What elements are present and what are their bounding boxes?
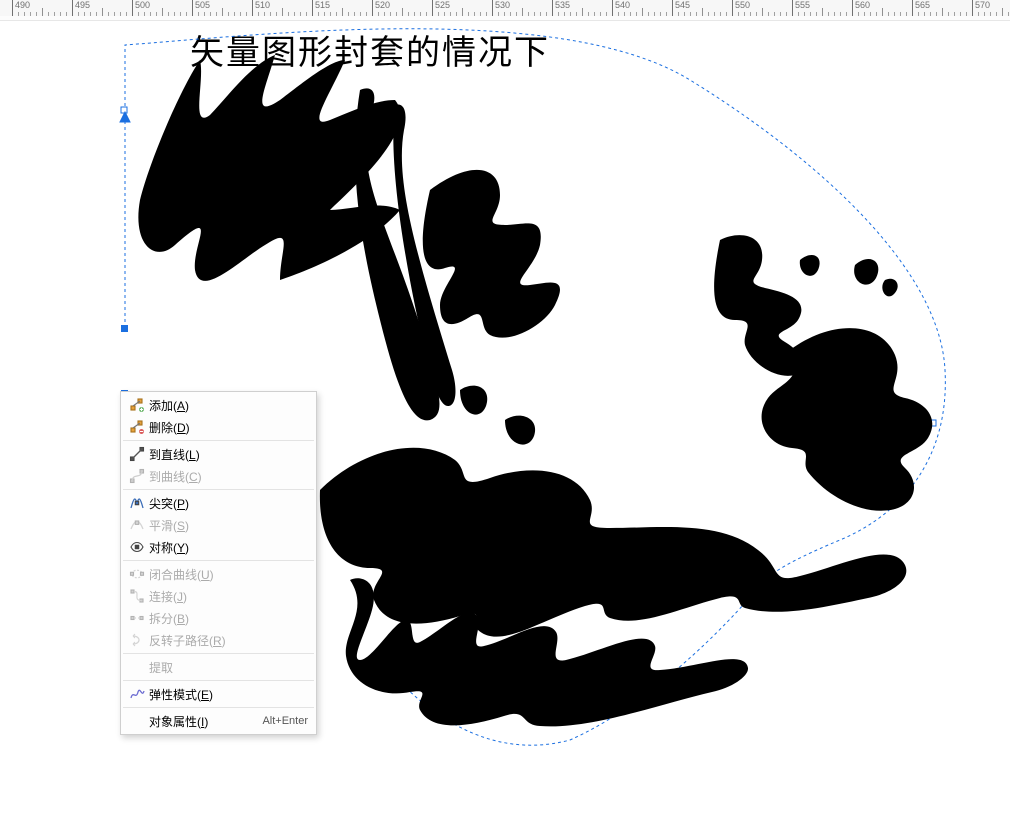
envelope-node[interactable]: [748, 580, 754, 586]
envelope-node[interactable]: [121, 107, 127, 113]
menu-item-label: 连接(J): [149, 588, 308, 605]
menu-item-label: 到曲线(C): [149, 468, 308, 485]
to-curve-icon: [125, 467, 149, 485]
menu-item: 闭合曲线(U): [121, 563, 316, 585]
ruler-label: 535: [555, 0, 570, 10]
ruler-label: 500: [135, 0, 150, 10]
menu-item: 到曲线(C): [121, 465, 316, 487]
add-node-icon: [125, 396, 149, 414]
menu-item-label: 尖突(P): [149, 495, 308, 512]
ruler-label: 525: [435, 0, 450, 10]
menu-item-label: 到直线(L): [149, 446, 308, 463]
smooth-icon: [125, 516, 149, 534]
menu-icon-empty: [125, 712, 149, 730]
ruler-label: 570: [975, 0, 990, 10]
menu-item[interactable]: 到直线(L): [121, 443, 316, 465]
menu-item-label: 删除(D): [149, 419, 308, 436]
menu-separator: [123, 489, 314, 490]
ruler-label: 530: [495, 0, 510, 10]
canvas-title-text: 矢量图形封套的情况下: [190, 25, 550, 74]
reverse-subpath-icon: [125, 631, 149, 649]
ruler-label: 505: [195, 0, 210, 10]
menu-separator: [123, 707, 314, 708]
menu-item-label: 对象属性(I): [149, 713, 252, 730]
menu-item-label: 平滑(S): [149, 517, 308, 534]
ruler-label: 490: [15, 0, 30, 10]
ruler-label: 510: [255, 0, 270, 10]
menu-item[interactable]: 删除(D): [121, 416, 316, 438]
break-icon: [125, 609, 149, 627]
menu-item: 拆分(B): [121, 607, 316, 629]
menu-item-label: 闭合曲线(U): [149, 566, 308, 583]
menu-item[interactable]: 对称(Y): [121, 536, 316, 558]
close-curve-icon: [125, 565, 149, 583]
envelope-node[interactable]: [121, 325, 128, 332]
envelope-node[interactable]: [930, 420, 936, 426]
ruler-separator: [0, 16, 1010, 21]
menu-item[interactable]: 添加(A): [121, 394, 316, 416]
node-context-menu: 添加(A) 删除(D) 到直线(L) 到曲线(C) 尖突(P) 平滑(S) 对称(Y) 闭合曲…: [120, 391, 317, 735]
ruler-label: 495: [75, 0, 90, 10]
menu-item-label: 提取: [149, 659, 308, 676]
menu-item-label: 添加(A): [149, 397, 308, 414]
cusp-icon: [125, 494, 149, 512]
menu-icon-empty: [125, 658, 149, 676]
menu-item: 平滑(S): [121, 514, 316, 536]
elastic-mode-icon: [125, 685, 149, 703]
menu-item-shortcut: Alt+Enter: [252, 715, 308, 727]
delete-node-icon: [125, 418, 149, 436]
menu-item: 提取: [121, 656, 316, 678]
menu-separator: [123, 653, 314, 654]
menu-item-label: 对称(Y): [149, 539, 308, 556]
to-line-icon: [125, 445, 149, 463]
join-icon: [125, 587, 149, 605]
ruler-label: 520: [375, 0, 390, 10]
menu-item-label: 弹性模式(E): [149, 686, 308, 703]
ruler-label: 550: [735, 0, 750, 10]
ruler-label: 545: [675, 0, 690, 10]
menu-item[interactable]: 弹性模式(E): [121, 683, 316, 705]
menu-item: 反转子路径(R): [121, 629, 316, 651]
menu-item-label: 反转子路径(R): [149, 632, 308, 649]
menu-separator: [123, 440, 314, 441]
menu-item[interactable]: 尖突(P): [121, 492, 316, 514]
menu-item-label: 拆分(B): [149, 610, 308, 627]
menu-separator: [123, 560, 314, 561]
horizontal-ruler: 490 495 500 505 510 515 520 525 530 535 540 545 550 5…: [0, 0, 1010, 17]
handle-arrow-icon: [120, 112, 130, 122]
ruler-label: 565: [915, 0, 930, 10]
menu-item: 连接(J): [121, 585, 316, 607]
ruler-label: 515: [315, 0, 330, 10]
ruler-label: 555: [795, 0, 810, 10]
menu-separator: [123, 680, 314, 681]
symmetrical-icon: [125, 538, 149, 556]
ruler-label: 540: [615, 0, 630, 10]
ruler-label: 560: [855, 0, 870, 10]
menu-item[interactable]: 对象属性(I)Alt+Enter: [121, 710, 316, 732]
